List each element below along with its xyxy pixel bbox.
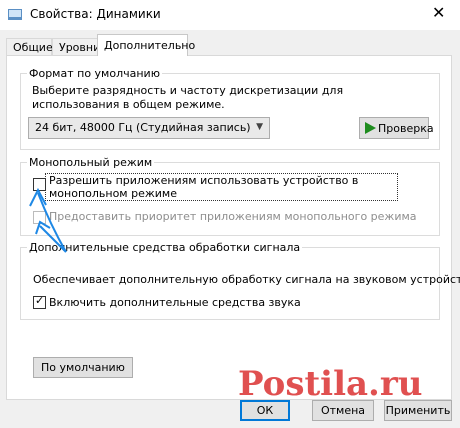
tab-advanced[interactable]: Дополнительно: [97, 34, 195, 56]
annotation-arrow-2: [39, 225, 67, 253]
watermark-logo: Postila.ru: [238, 364, 423, 404]
